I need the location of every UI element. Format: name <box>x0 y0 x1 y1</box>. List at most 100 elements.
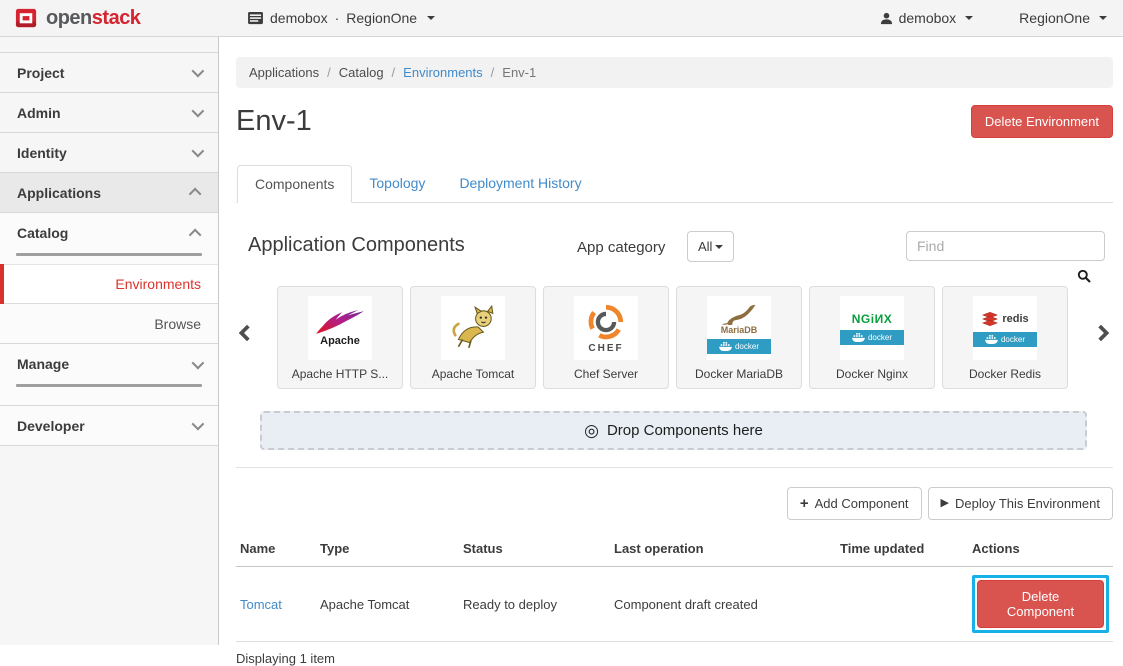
component-card-docker-redis[interactable]: redis docker Docker Redis <box>942 286 1068 389</box>
sidebar-item-developer[interactable]: Developer <box>0 406 218 446</box>
app-category-value: All <box>698 239 712 254</box>
caret-down-icon <box>965 16 973 20</box>
environment-actions: + Add Component ▶ Deploy This Environmen… <box>236 487 1113 520</box>
component-card-apache-tomcat[interactable]: Apache Tomcat <box>410 286 536 389</box>
table-header-row: Name Type Status Last operation Time upd… <box>236 531 1113 567</box>
find-input[interactable] <box>906 231 1105 261</box>
table-footer: Displaying 1 item <box>236 651 1113 666</box>
docker-banner: docker <box>973 332 1037 347</box>
component-type-cell: Apache Tomcat <box>316 567 459 642</box>
sidebar-item-label: Applications <box>17 185 101 201</box>
component-card-chef-server[interactable]: CHEF Chef Server <box>543 286 669 389</box>
sidebar-top-strip <box>0 37 218 53</box>
docker-whale-icon <box>719 342 732 351</box>
component-card-apache-http[interactable]: Apache Apache HTTP S... <box>277 286 403 389</box>
section-underline <box>16 384 202 387</box>
openstack-logo[interactable]: openstack <box>14 6 204 31</box>
sidebar-item-environments[interactable]: Environments <box>0 264 218 304</box>
plus-icon: + <box>800 496 809 511</box>
app-category-label: App category <box>577 239 665 256</box>
top-navbar: openstack demobox · RegionOne demobox Re… <box>0 0 1123 37</box>
breadcrumb-applications[interactable]: Applications <box>249 65 319 80</box>
sidebar-item-label: Environments <box>115 276 201 292</box>
caret-down-icon <box>427 16 435 20</box>
redis-logo-text: redis <box>1002 313 1028 325</box>
sidebar-item-identity[interactable]: Identity <box>0 133 218 173</box>
card-label: Docker Redis <box>943 367 1067 381</box>
breadcrumb-catalog[interactable]: Catalog <box>339 65 384 80</box>
sidebar-item-project[interactable]: Project <box>0 53 218 93</box>
apache-tomcat-logo <box>441 296 505 360</box>
sidebar-item-label: Developer <box>17 418 85 434</box>
apache-logo-text: Apache <box>320 336 360 347</box>
project-list-icon <box>248 12 263 25</box>
target-icon: ◎ <box>584 422 599 439</box>
docker-nginx-logo: NGiИX docker <box>840 296 904 360</box>
sidebar-item-applications[interactable]: Applications <box>0 173 218 213</box>
docker-banner-text: docker <box>1001 335 1025 344</box>
component-card-docker-nginx[interactable]: NGiИX docker Docker Nginx <box>809 286 935 389</box>
context-project: demobox <box>270 10 328 26</box>
sidebar-gap <box>0 395 218 406</box>
components-carousel: Apache Apache HTTP S... <box>236 286 1113 389</box>
docker-mariadb-logo: MariaDB docker <box>707 296 771 360</box>
component-status-cell: Ready to deploy <box>459 567 610 642</box>
column-header-type: Type <box>316 531 459 567</box>
chevron-down-icon <box>192 418 205 431</box>
sidebar-item-label: Identity <box>17 145 67 161</box>
play-icon: ▶ <box>941 498 949 509</box>
user-icon <box>880 12 893 25</box>
search-button[interactable] <box>1077 269 1091 283</box>
panel-heading: Application Components <box>248 234 465 257</box>
breadcrumb-environments-link[interactable]: Environments <box>403 65 482 80</box>
docker-banner-text: docker <box>868 333 892 342</box>
sidebar-item-admin[interactable]: Admin <box>0 93 218 133</box>
sidebar-item-catalog[interactable]: Catalog <box>0 213 218 253</box>
breadcrumb-separator: / <box>327 65 331 80</box>
tab-components[interactable]: Components <box>237 165 352 203</box>
column-header-time-updated: Time updated <box>836 531 968 567</box>
user-name: demobox <box>899 10 957 26</box>
docker-whale-icon <box>985 335 998 344</box>
sidebar-item-browse[interactable]: Browse <box>0 304 218 344</box>
chevron-down-icon <box>192 145 205 158</box>
caret-down-icon <box>715 245 723 249</box>
breadcrumb: Applications / Catalog / Environments / … <box>236 57 1113 88</box>
deploy-environment-button[interactable]: ▶ Deploy This Environment <box>928 487 1113 520</box>
tab-deployment-history[interactable]: Deployment History <box>442 165 598 203</box>
drop-zone-text: Drop Components here <box>607 422 763 439</box>
component-cards: Apache Apache HTTP S... <box>277 286 1068 389</box>
chevron-right-icon <box>1093 324 1110 341</box>
app-category-dropdown[interactable]: All <box>687 231 734 262</box>
section-divider <box>236 467 1113 468</box>
table-row: Tomcat Apache Tomcat Ready to deploy Com… <box>236 567 1113 642</box>
tab-topology[interactable]: Topology <box>352 165 442 203</box>
drop-components-zone[interactable]: ◎ Drop Components here <box>260 411 1087 450</box>
page-header: Env-1 Delete Environment <box>236 105 1113 138</box>
sidebar-item-manage[interactable]: Manage <box>0 344 218 384</box>
delete-environment-button[interactable]: Delete Environment <box>971 105 1113 138</box>
component-name-link[interactable]: Tomcat <box>240 597 282 612</box>
region-menu[interactable]: RegionOne <box>1019 10 1107 26</box>
breadcrumb-separator: / <box>392 65 396 80</box>
carousel-prev-button[interactable] <box>241 325 256 340</box>
carousel-next-button[interactable] <box>1095 325 1110 340</box>
main-content: Applications / Catalog / Environments / … <box>220 37 1123 645</box>
chevron-left-icon <box>239 324 256 341</box>
user-menu[interactable]: demobox <box>880 10 974 26</box>
add-component-button[interactable]: + Add Component <box>787 487 922 520</box>
mariadb-logo-text: MariaDB <box>721 325 758 335</box>
project-region-switcher[interactable]: demobox · RegionOne <box>248 10 435 26</box>
nginx-logo-text: NGiИX <box>852 312 892 326</box>
apache-http-logo: Apache <box>308 296 372 360</box>
chevron-up-icon <box>189 228 202 241</box>
delete-component-button[interactable]: Delete Component <box>977 580 1104 628</box>
chef-ring-icon <box>587 303 625 341</box>
sidebar-item-label: Manage <box>17 356 69 372</box>
chevron-up-icon <box>189 188 202 201</box>
components-toolbar: Application Components App category All <box>236 231 1113 273</box>
docker-whale-icon <box>852 333 865 342</box>
chef-logo-text: CHEF <box>588 343 623 354</box>
sidebar-item-label: Admin <box>17 105 61 121</box>
component-card-docker-mariadb[interactable]: MariaDB docker Docker MariaDB <box>676 286 802 389</box>
